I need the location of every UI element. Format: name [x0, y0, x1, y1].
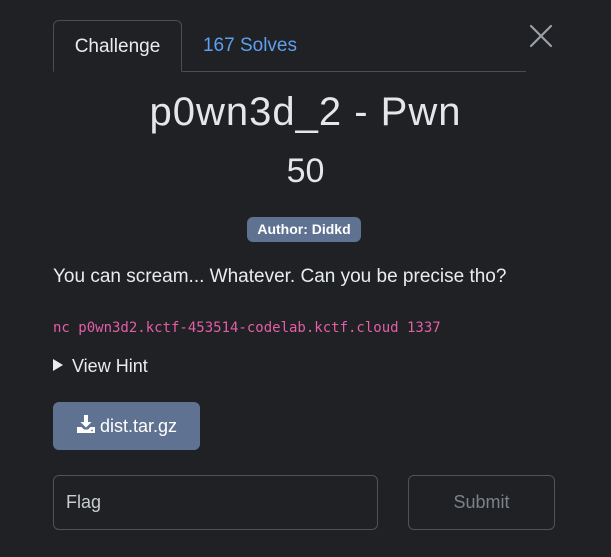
flag-input[interactable] [53, 475, 378, 530]
tab-solves[interactable]: 167 Solves [182, 20, 318, 72]
challenge-title: p0wn3d_2 - Pwn [149, 90, 462, 134]
download-file-button[interactable]: dist.tar.gz [53, 402, 200, 450]
challenge-points: 50 [286, 152, 325, 190]
view-hint-label: View Hint [72, 356, 148, 376]
author-badge: Author: Didkd [247, 217, 361, 242]
tab-bar: Challenge 167 Solves [53, 20, 526, 72]
download-icon [76, 415, 95, 434]
connection-command: nc p0wn3d2.kctf-453514-codelab.kctf.clou… [53, 320, 441, 336]
submit-button[interactable]: Submit [408, 475, 555, 530]
challenge-modal: Challenge 167 Solves p0wn3d_2 - Pwn 50 A… [0, 0, 611, 557]
challenge-description: You can scream... Whatever. Can you be p… [53, 266, 507, 287]
triangle-right-icon [53, 359, 63, 372]
close-button[interactable] [527, 22, 555, 50]
download-file-label: dist.tar.gz [99, 416, 178, 436]
view-hint-toggle[interactable]: View Hint [53, 356, 148, 380]
tab-challenge[interactable]: Challenge [53, 20, 182, 72]
close-icon [529, 24, 553, 48]
